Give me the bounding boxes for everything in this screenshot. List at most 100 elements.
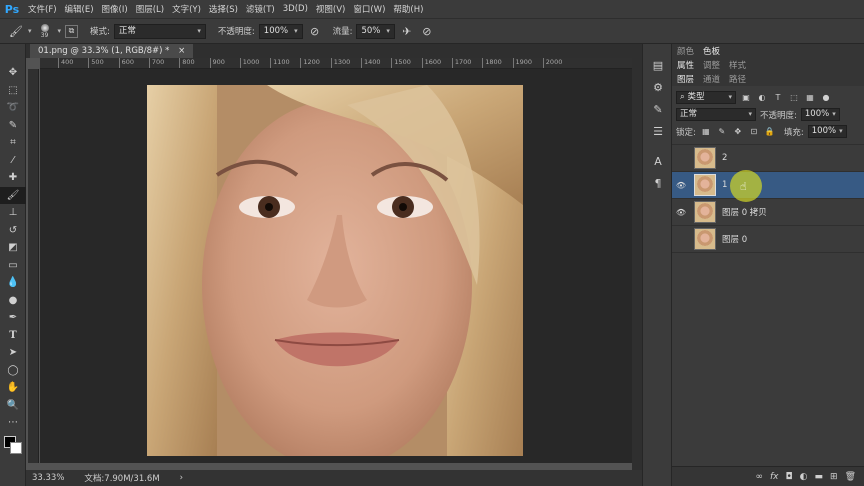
more-tools-icon[interactable]: ⋯ [0,414,26,432]
history-panel-icon[interactable]: ▤ [643,54,673,76]
pressure-opacity-icon[interactable]: ⊘ [307,23,323,39]
lock-image-icon[interactable]: ✎ [716,126,728,138]
lasso-tool-icon[interactable]: ➰ [0,99,26,117]
new-group-icon[interactable]: ▬ [815,472,824,482]
fx-icon[interactable]: fx [770,472,779,482]
menu-layer[interactable]: 图层(L) [132,3,168,15]
blur-tool-icon[interactable]: 💧 [0,274,26,292]
tab-styles[interactable]: 样式 [729,59,746,71]
adjustments-icon[interactable]: ☰ [643,120,673,142]
filter-toggle-icon[interactable]: ● [820,92,832,104]
layer-name[interactable]: 图层 0 拷贝 [722,206,767,218]
fill-field[interactable]: 100% ▾ [807,125,847,138]
adjustment-filter-icon[interactable]: ◐ [756,92,768,104]
smart-object-filter-icon[interactable]: ▦ [804,92,816,104]
trash-icon[interactable]: 🗑 [845,472,856,482]
search-icon: ⌕ [680,92,685,102]
layer-row[interactable]: 👁 图层 0 拷贝 [672,199,864,226]
healing-brush-tool-icon[interactable]: ✚ [0,169,26,187]
path-select-tool-icon[interactable]: ➤ [0,344,26,362]
shape-filter-icon[interactable]: ⬚ [788,92,800,104]
layer-name[interactable]: 1 [722,180,727,190]
menu-3d[interactable]: 3D(D) [279,4,312,14]
airbrush-icon[interactable]: ✈ [399,23,415,39]
flow-field[interactable]: 50% ▾ [356,23,395,39]
zoom-tool-icon[interactable]: 🔍 [0,397,26,415]
menu-image[interactable]: 图像(I) [98,3,132,15]
pressure-size-icon[interactable]: ⊘ [419,23,435,39]
move-tool-icon[interactable]: ✥ [0,64,26,82]
marquee-tool-icon[interactable]: ⬚ [0,82,26,100]
layer-row[interactable]: 图层 0 [672,226,864,253]
brush-panel-toggle-icon[interactable]: ⧉ [65,24,79,38]
tab-properties[interactable]: 属性 [677,59,694,71]
character-panel-icon[interactable]: A [643,150,673,172]
new-layer-icon[interactable]: ⊞ [830,472,838,482]
tab-color[interactable]: 颜色 [677,45,694,57]
tab-swatches[interactable]: 色板 [703,45,720,57]
history-brush-tool-icon[interactable]: ↺ [0,222,26,240]
layer-row[interactable]: 2 [672,145,864,172]
menu-type[interactable]: 文字(Y) [168,3,205,15]
add-mask-icon[interactable]: ◘ [786,472,793,482]
tab-adjustments[interactable]: 调整 [703,59,720,71]
menu-help[interactable]: 帮助(H) [389,3,427,15]
clone-stamp-tool-icon[interactable]: ⊥ [0,204,26,222]
layer-name[interactable]: 2 [722,153,727,163]
brush-presets-icon[interactable]: ✎ [643,98,673,120]
adjustment-layer-icon[interactable]: ◐ [800,472,808,482]
brush-tool-icon[interactable]: 🖌 [0,186,26,204]
document-tab[interactable]: 01.png @ 33.3% (1, RGB/8#) * × [30,44,194,58]
mode-select[interactable]: 正常 ▾ [113,23,206,39]
menu-edit[interactable]: 编辑(E) [61,3,98,15]
layer-opacity-field[interactable]: 100% ▾ [800,108,840,121]
hand-tool-icon[interactable]: ✋ [0,379,26,397]
layer-name[interactable]: 图层 0 [722,233,747,245]
ellipse-tool-icon[interactable]: ◯ [0,362,26,380]
brush-preset-picker[interactable]: 39 [36,23,54,39]
pixel-filter-icon[interactable]: ▣ [740,92,752,104]
zoom-level[interactable]: 33.33% [32,473,64,483]
eraser-tool-icon[interactable]: ◩ [0,239,26,257]
app-logo: Ps [4,2,20,16]
brush-tool-icon[interactable]: 🖌 [8,23,24,39]
lock-artboard-icon[interactable]: ⊡ [748,126,760,138]
color-swatches[interactable] [0,432,25,462]
lock-transparent-icon[interactable]: ▦ [700,126,712,138]
chevron-right-icon[interactable]: › [180,473,183,483]
tab-layers[interactable]: 图层 [677,73,694,85]
menu-window[interactable]: 窗口(W) [349,3,389,15]
layer-kind-filter[interactable]: ⌕ 类型 ▾ [676,91,736,104]
link-layers-icon[interactable]: ∞ [756,472,764,482]
tab-paths[interactable]: 路径 [729,73,746,85]
menu-file[interactable]: 文件(F) [24,3,61,15]
chevron-down-icon[interactable]: ▾ [58,27,62,35]
menu-select[interactable]: 选择(S) [205,3,242,15]
paragraph-panel-icon[interactable]: ¶ [643,172,673,194]
gradient-tool-icon[interactable]: ▭ [0,257,26,275]
eye-icon[interactable]: 👁 [672,181,690,190]
type-filter-icon[interactable]: T [772,92,784,104]
crop-tool-icon[interactable]: ⌗ [0,134,26,152]
chevron-down-icon[interactable]: ▾ [28,27,32,35]
type-tool-icon[interactable]: T [0,327,26,345]
menu-filter[interactable]: 滤镜(T) [242,3,279,15]
background-color-swatch[interactable] [10,441,22,454]
lock-position-icon[interactable]: ✥ [732,126,744,138]
eyedropper-tool-icon[interactable]: ⁄ [0,152,26,170]
opacity-field[interactable]: 100% ▾ [258,23,303,39]
blend-mode-select[interactable]: 正常 ▾ [676,108,756,121]
canvas-photo[interactable] [147,85,523,456]
vertical-scrollbar[interactable] [632,58,642,470]
layer-row-selected[interactable]: 👁 1 ☝ [672,170,864,202]
brush-settings-icon[interactable]: ⚙ [643,76,673,98]
close-icon[interactable]: × [178,46,185,56]
eye-icon[interactable]: 👁 [672,208,690,217]
pen-tool-icon[interactable]: ✒ [0,309,26,327]
canvas-area[interactable] [40,69,632,463]
dodge-tool-icon[interactable]: ● [0,292,26,310]
menu-view[interactable]: 视图(V) [312,3,349,15]
lock-all-icon[interactable]: 🔒 [764,126,776,138]
quick-select-tool-icon[interactable]: ✎ [0,117,26,135]
tab-channels[interactable]: 通道 [703,73,720,85]
